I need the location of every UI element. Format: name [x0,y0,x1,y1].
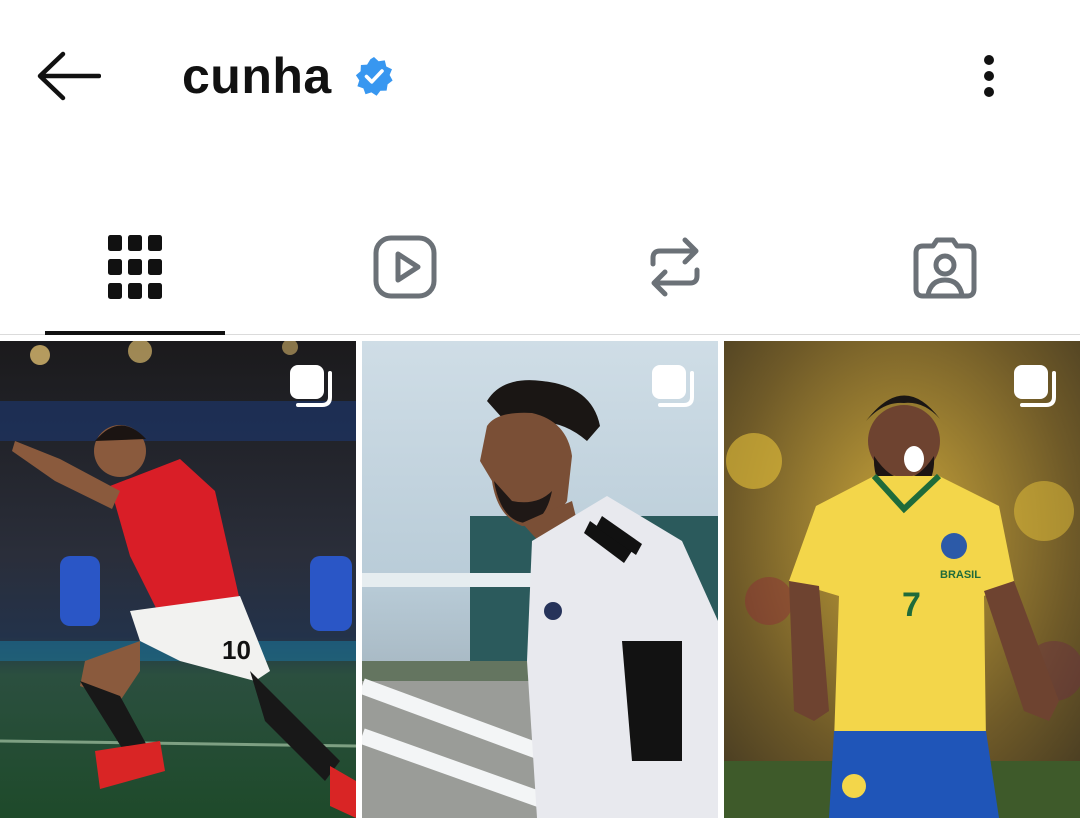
repost-icon [650,237,700,297]
tab-reels[interactable] [315,200,495,334]
username: cunha [182,48,332,104]
post-photo-portrait [362,341,718,818]
tab-tagged[interactable] [855,200,1035,334]
profile-title: cunha [182,44,394,108]
profile-header: cunha [0,0,1080,160]
jersey-text: BRASIL [940,569,981,581]
verified-badge-icon [355,57,393,96]
arrow-left-icon [37,51,101,101]
grid-icon [108,235,162,299]
post-photo-brazil: 7 BRASIL [724,341,1080,818]
more-vertical-icon [984,55,994,97]
carousel-icon [1014,365,1056,407]
carousel-icon [290,365,332,407]
post-thumbnail[interactable]: 7 BRASIL [724,341,1080,818]
post-photo-celebration: 10 [0,341,356,818]
tagged-person-icon [913,237,977,299]
active-tab-indicator [45,331,225,335]
more-options-button[interactable] [964,44,1014,108]
profile-tabs [0,200,1080,335]
back-button[interactable] [26,40,110,112]
post-thumbnail[interactable]: 10 [0,341,356,818]
reels-icon [373,235,437,299]
tab-posts[interactable] [45,200,225,335]
tab-reposts[interactable] [585,200,765,334]
carousel-icon [652,365,694,407]
shirt-number: 10 [222,635,251,665]
shirt-number: 7 [902,586,921,624]
post-thumbnail[interactable] [362,341,718,818]
posts-grid: 10 7 BRASIL [0,341,1080,818]
